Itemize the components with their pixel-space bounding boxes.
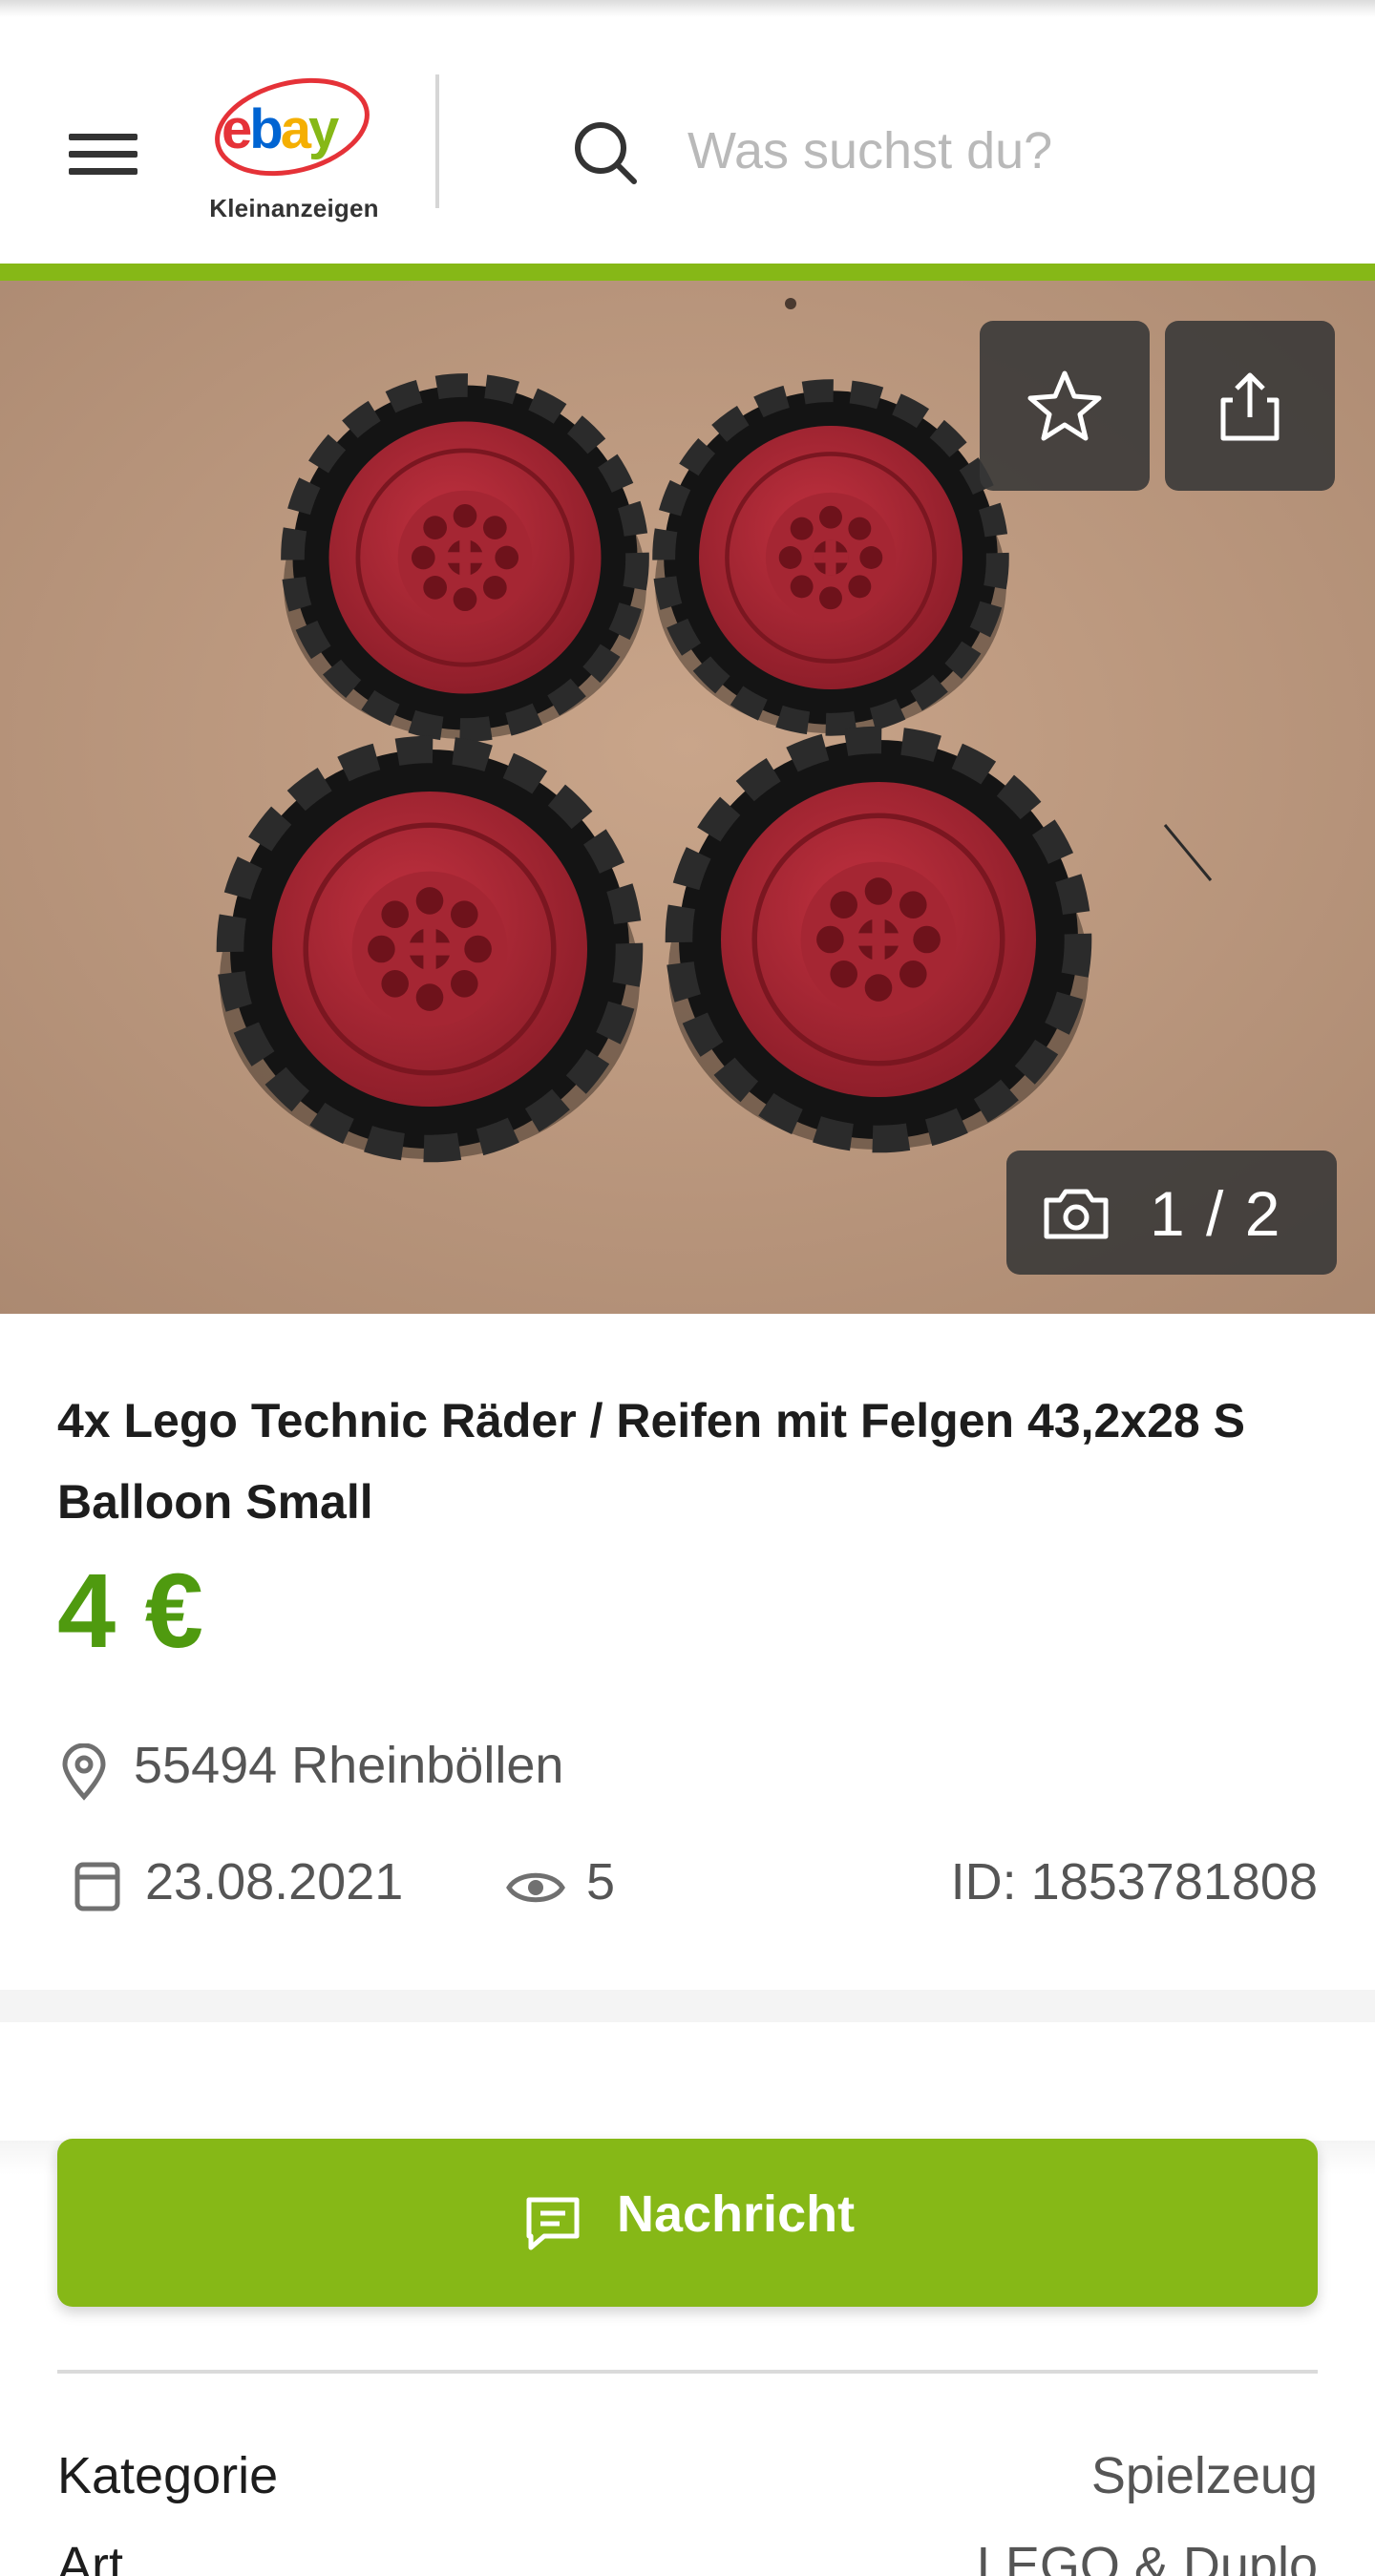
menu-button[interactable] — [57, 113, 149, 189]
top-header: ebay Kleinanzeigen — [0, 17, 1375, 264]
search-input[interactable] — [688, 115, 1318, 187]
attribute-key: Art — [57, 2537, 124, 2576]
attribute-row-kategorie: Kategorie Spielzeug — [57, 2446, 1318, 2523]
star-icon — [1027, 370, 1102, 441]
message-button[interactable]: Nachricht — [57, 2139, 1318, 2307]
camera-icon — [1044, 1189, 1109, 1239]
hamburger-icon-line — [69, 151, 138, 158]
listing-details: 4x Lego Technic Räder / Reifen mit Felge… — [0, 1314, 1375, 1990]
view-count: 5 — [586, 1853, 616, 1911]
blank-section — [0, 2022, 1375, 2141]
location-text: 55494 Rheinböllen — [134, 1737, 564, 1794]
header-divider — [435, 74, 439, 208]
share-icon — [1220, 372, 1280, 441]
section-separator — [0, 1990, 1375, 2022]
header-accent-bar — [0, 264, 1375, 281]
attribute-key: Kategorie — [57, 2447, 279, 2504]
message-button-label: Nachricht — [617, 2185, 856, 2243]
image-counter-text: 1 / 2 — [1150, 1178, 1282, 1249]
eye-icon — [506, 1872, 565, 1903]
share-button[interactable] — [1165, 321, 1335, 491]
calendar-icon — [74, 1862, 120, 1911]
listing-price: 4 € — [57, 1552, 203, 1670]
details-divider — [57, 2370, 1318, 2374]
hamburger-icon — [69, 134, 138, 140]
attribute-value[interactable]: Spielzeug — [1091, 2446, 1318, 2505]
status-shadow — [0, 0, 1375, 17]
logo-mark: ebay — [215, 77, 370, 177]
search-bar[interactable] — [563, 94, 1346, 208]
logo-subtitle: Kleinanzeigen — [209, 194, 379, 222]
svg-text:ebay: ebay — [222, 98, 339, 160]
ebay-kleinanzeigen-logo[interactable]: ebay Kleinanzeigen — [208, 70, 380, 232]
search-icon[interactable] — [571, 118, 640, 187]
attribute-value[interactable]: LEGO & Duplo — [977, 2536, 1318, 2576]
attribute-row-art: Art LEGO & Duplo — [57, 2536, 1318, 2576]
hamburger-icon-line — [69, 168, 138, 175]
favorite-button[interactable] — [980, 321, 1150, 491]
image-gallery[interactable]: 1 / 2 — [0, 281, 1375, 1314]
posted-date: 23.08.2021 — [145, 1853, 404, 1911]
image-counter: 1 / 2 — [1006, 1151, 1337, 1275]
listing-title: 4x Lego Technic Räder / Reifen mit Felge… — [57, 1394, 1245, 1529]
meta-row: 23.08.2021 5 ID: 1853781808 — [57, 1847, 1318, 1923]
chat-bubble-icon — [526, 2197, 580, 2250]
ad-id: ID: 1853781808 — [950, 1853, 1318, 1911]
location-pin-icon — [62, 1743, 106, 1801]
